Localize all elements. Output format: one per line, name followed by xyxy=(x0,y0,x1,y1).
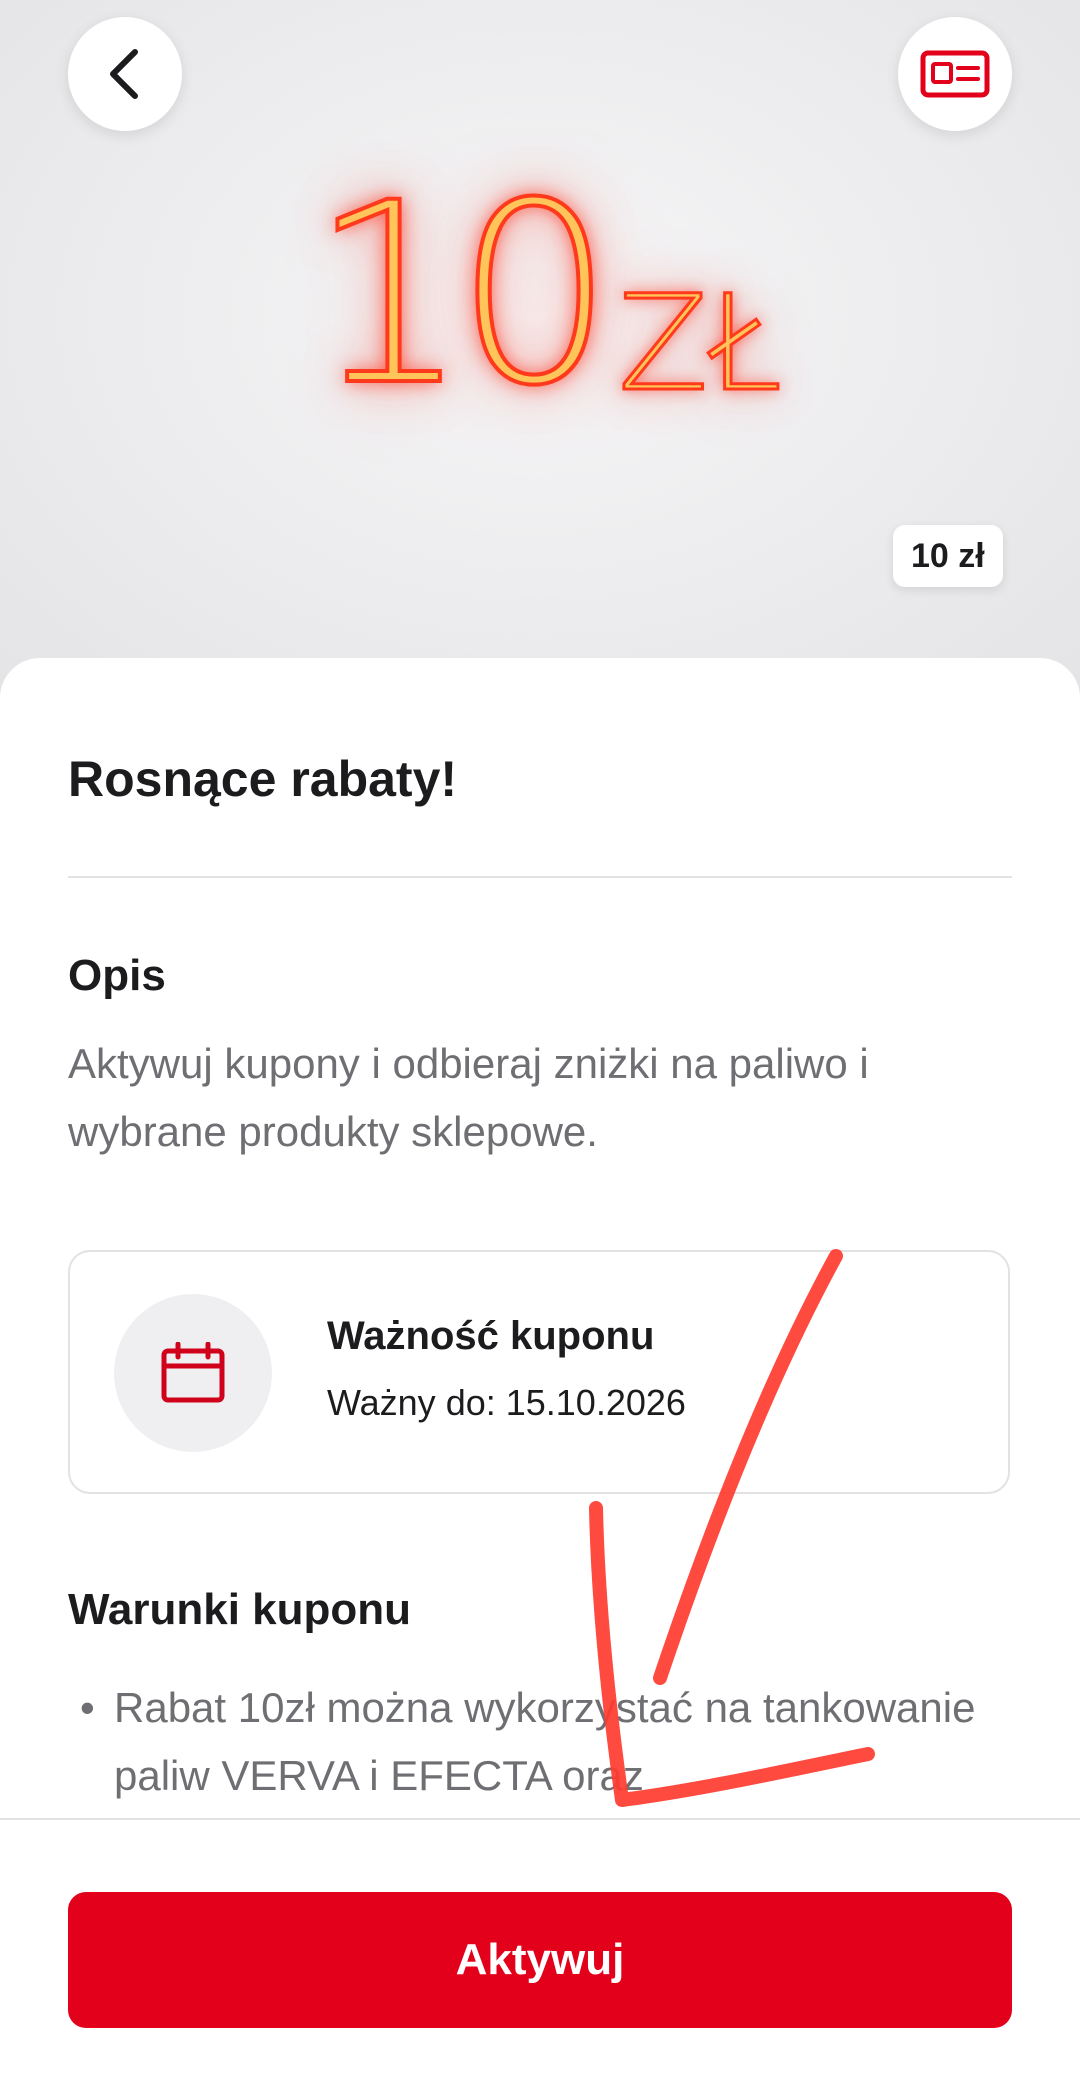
neon-amount-value: 10 xyxy=(308,149,616,440)
id-card-icon xyxy=(920,50,990,98)
calendar-icon xyxy=(161,1342,225,1403)
divider xyxy=(68,876,1012,878)
condition-text: Rabat 10zł można wykorzystać na tankowan… xyxy=(114,1684,976,1799)
validity-title: Ważność kuponu xyxy=(327,1314,655,1358)
neon-currency: ZŁ xyxy=(617,267,785,421)
calendar-icon-circle xyxy=(114,1294,272,1452)
loyalty-card-button[interactable] xyxy=(898,17,1012,131)
conditions-heading: Warunki kuponu xyxy=(68,1585,412,1634)
conditions-list-item: • Rabat 10zł można wykorzystać na tankow… xyxy=(80,1674,1006,1810)
back-button[interactable] xyxy=(68,17,182,131)
coupon-title: Rosnące rabaty! xyxy=(68,751,458,807)
neon-amount-graphic: 10 ZŁ xyxy=(300,149,840,440)
description-heading: Opis xyxy=(68,951,166,1000)
bullet: • xyxy=(80,1684,95,1731)
coupon-hero: 10 ZŁ 10 zł xyxy=(0,0,1080,700)
activate-button[interactable]: Aktywuj xyxy=(68,1892,1012,2028)
validity-date: Ważny do: 15.10.2026 xyxy=(327,1382,686,1423)
footer-bar: Aktywuj xyxy=(0,1818,1080,2096)
chevron-left-icon xyxy=(110,49,138,99)
description-text: Aktywuj kupony i odbieraj zniżki na pali… xyxy=(68,1040,869,1155)
value-badge: 10 zł xyxy=(893,525,1003,587)
validity-card: Ważność kuponu Ważny do: 15.10.2026 xyxy=(68,1250,1010,1494)
